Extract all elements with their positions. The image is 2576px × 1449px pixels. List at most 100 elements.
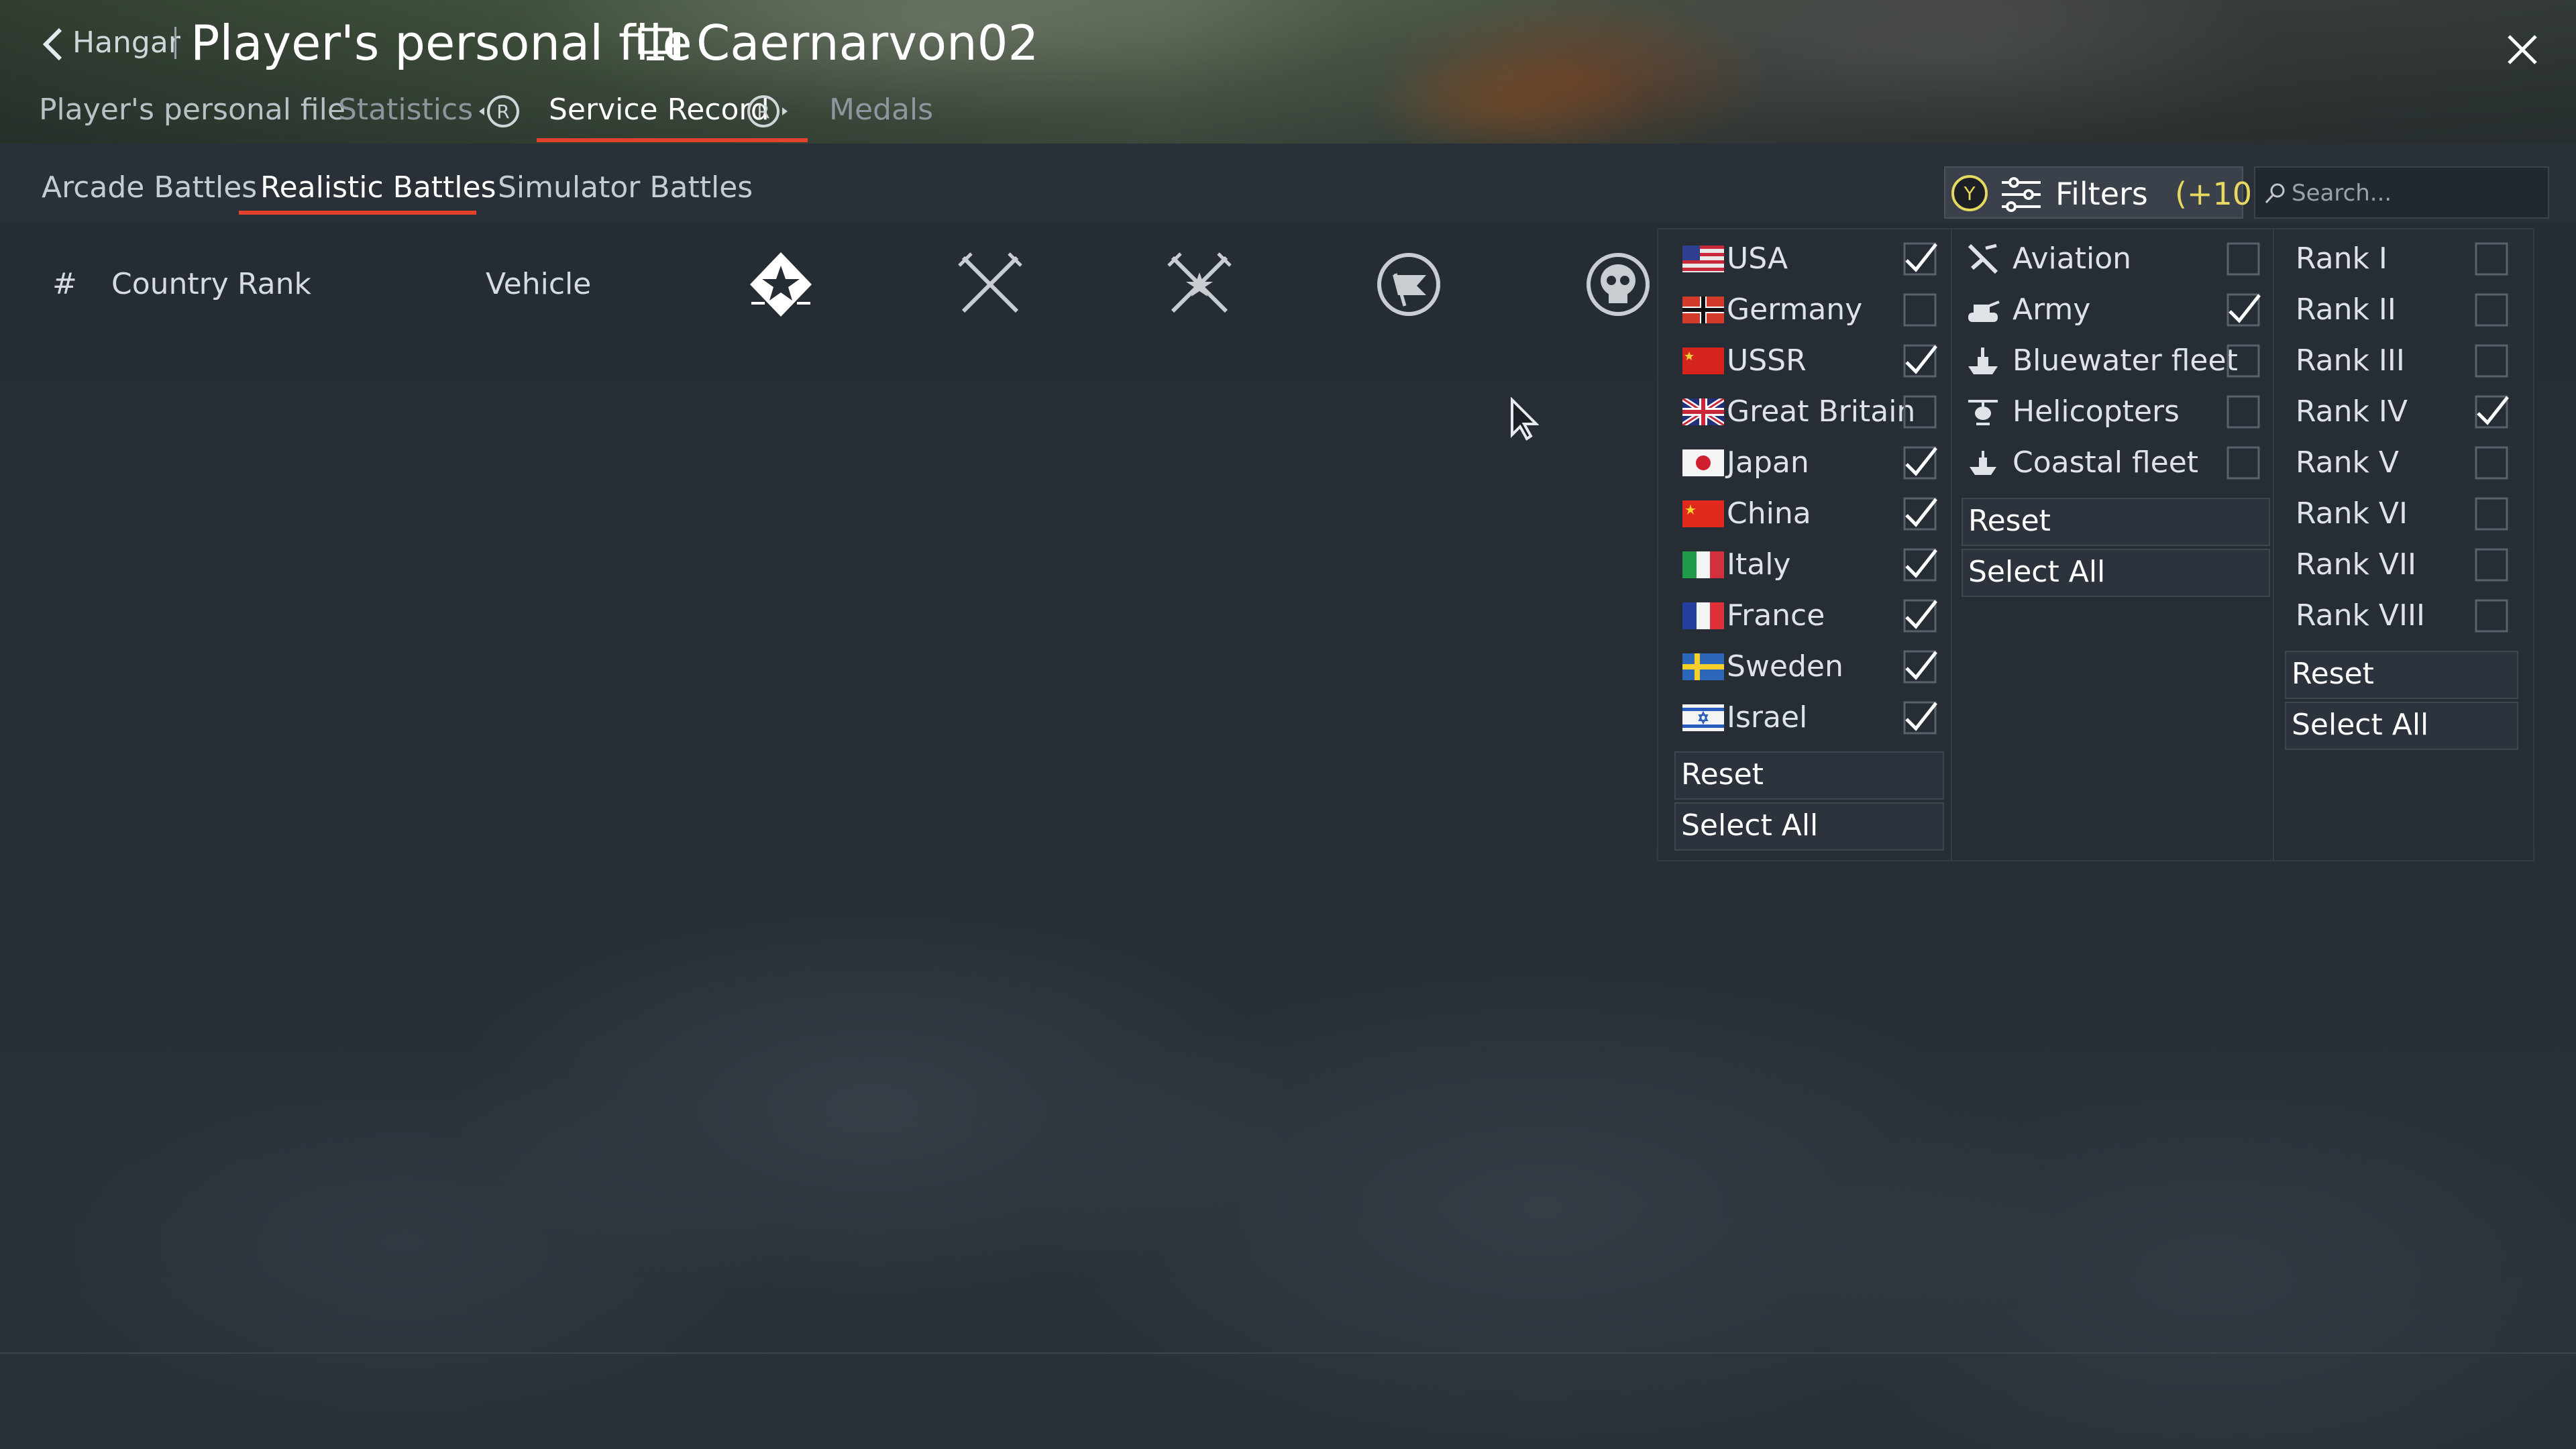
- vehicle-type-filter-row[interactable]: Aviation: [1966, 236, 2267, 283]
- vehicle-type-filter-row[interactable]: Coastal fleet: [1966, 440, 2267, 487]
- rank-select-all-button[interactable]: Select All: [2285, 702, 2518, 750]
- svg-text:Y: Y: [1963, 182, 1976, 205]
- rank-filter-checkbox[interactable]: [2474, 292, 2509, 327]
- filters-button[interactable]: Y Filters (+10): [1944, 166, 2264, 219]
- country-filter-checkbox[interactable]: [1902, 445, 1937, 480]
- country-filter-checkbox[interactable]: [1902, 394, 1937, 429]
- search-input[interactable]: [2290, 176, 2541, 211]
- search-box[interactable]: [2254, 166, 2549, 219]
- search-icon: [2265, 183, 2285, 204]
- vehicle-type-filter-checkbox[interactable]: [2226, 394, 2261, 429]
- helicopter-icon: [1968, 400, 1998, 425]
- rank-filter-label: Rank VII: [2296, 547, 2416, 582]
- star-badge-icon[interactable]: [745, 248, 817, 321]
- column-header-rank[interactable]: Rank: [237, 267, 311, 301]
- vehicle-type-filter-checkbox[interactable]: [2226, 343, 2261, 378]
- country-filter-row[interactable]: Germany: [1677, 287, 1945, 334]
- tab-simulator-battles[interactable]: Simulator Battles: [498, 170, 753, 205]
- next-tab-r-button-icon[interactable]: R: [747, 90, 790, 133]
- subnav-statistics[interactable]: Statistics: [338, 93, 473, 127]
- boat-icon: [1970, 451, 1996, 475]
- china-flag-icon: [1682, 500, 1724, 527]
- back-button[interactable]: Hangar: [72, 25, 180, 60]
- country-filter-checkbox[interactable]: [1902, 598, 1937, 633]
- tab-realistic-battles[interactable]: Realistic Battles: [260, 170, 496, 205]
- country-filter-checkbox[interactable]: [1902, 241, 1937, 276]
- country-filter-row[interactable]: USSR: [1677, 338, 1945, 385]
- filters-count: (+10): [2175, 176, 2264, 212]
- country-filter-checkbox[interactable]: [1902, 292, 1937, 327]
- filter-column-divider: [2273, 228, 2274, 861]
- rank-filter-checkbox[interactable]: [2474, 343, 2509, 378]
- subnav-personal-file[interactable]: Player's personal file: [39, 93, 345, 127]
- skull-icon[interactable]: [1582, 248, 1654, 321]
- country-filter-checkbox[interactable]: [1902, 343, 1937, 378]
- column-header-number[interactable]: #: [52, 267, 77, 301]
- country-filter-checkbox[interactable]: [1902, 496, 1937, 531]
- vehicle-type-filter-label: Coastal fleet: [2012, 445, 2199, 480]
- japan-flag-icon: [1682, 449, 1724, 476]
- country-filter-row[interactable]: Italy: [1677, 542, 1945, 589]
- vehicle-type-filter-checkbox[interactable]: [2226, 292, 2261, 327]
- vehicle-type-filter-checkbox[interactable]: [2226, 445, 2261, 480]
- rank-filter-row[interactable]: Rank VIII: [2288, 593, 2522, 640]
- crossed-swords-icon[interactable]: [954, 248, 1026, 321]
- italy-flag-icon: [1682, 551, 1724, 578]
- great-britain-flag-icon: [1682, 398, 1724, 425]
- y-button-icon: Y: [1951, 175, 1988, 211]
- rank-filter-checkbox[interactable]: [2474, 496, 2509, 531]
- country-filter-row[interactable]: Japan: [1677, 440, 1945, 487]
- back-chevron-icon[interactable]: [40, 27, 64, 62]
- crossed-swords-star-icon[interactable]: [1163, 248, 1236, 321]
- country-filter-row[interactable]: France: [1677, 593, 1945, 640]
- country-filter-row[interactable]: Israel: [1677, 695, 1945, 742]
- rank-filter-label: Rank V: [2296, 445, 2400, 480]
- subnav-service-record[interactable]: Service Record: [549, 93, 769, 127]
- rank-filter-label: Rank VI: [2296, 496, 2408, 531]
- rank-filter-checkbox[interactable]: [2474, 445, 2509, 480]
- column-header-vehicle[interactable]: Vehicle: [486, 267, 591, 301]
- close-icon[interactable]: [2506, 34, 2538, 66]
- rank-filter-checkbox[interactable]: [2474, 241, 2509, 276]
- rank-filter-row[interactable]: Rank VII: [2288, 542, 2522, 589]
- rank-filter-row[interactable]: Rank III: [2288, 338, 2522, 385]
- tab-active-indicator: [239, 211, 476, 215]
- rank-filter-row[interactable]: Rank IV: [2288, 389, 2522, 436]
- country-reset-button[interactable]: Reset: [1674, 751, 1944, 800]
- rank-filter-checkbox[interactable]: [2474, 394, 2509, 429]
- rank-filter-row[interactable]: Rank V: [2288, 440, 2522, 487]
- rank-filter-row[interactable]: Rank VI: [2288, 491, 2522, 538]
- prev-tab-r-button-icon[interactable]: R: [476, 90, 519, 133]
- vehicle-type-filter-checkbox[interactable]: [2226, 241, 2261, 276]
- country-select-all-button[interactable]: Select All: [1674, 802, 1944, 851]
- subnav-medals[interactable]: Medals: [829, 93, 933, 127]
- rank-reset-button[interactable]: Reset: [2285, 651, 2518, 699]
- tab-arcade-battles[interactable]: Arcade Battles: [42, 170, 257, 205]
- country-filter-row[interactable]: Sweden: [1677, 644, 1945, 691]
- type-select-all-button[interactable]: Select All: [1962, 549, 2270, 597]
- ship-icon: [1968, 347, 1998, 374]
- rank-filter-checkbox[interactable]: [2474, 547, 2509, 582]
- column-header-country[interactable]: Country: [111, 267, 229, 301]
- filters-label: Filters: [2055, 176, 2148, 212]
- ussr-flag-icon: [1682, 347, 1724, 374]
- country-filter-row[interactable]: Great Britain: [1677, 389, 1945, 436]
- country-filter-checkbox[interactable]: [1902, 547, 1937, 582]
- aircraft-icon: [1968, 244, 1998, 274]
- flag-capture-icon[interactable]: [1373, 248, 1445, 321]
- country-filter-checkbox[interactable]: [1902, 700, 1937, 735]
- country-filter-checkbox[interactable]: [1902, 649, 1937, 684]
- rank-filter-row[interactable]: Rank I: [2288, 236, 2522, 283]
- country-filter-row[interactable]: USA: [1677, 236, 1945, 283]
- country-filter-row[interactable]: China: [1677, 491, 1945, 538]
- sliders-icon: [2002, 177, 2041, 212]
- vehicle-type-filter-row[interactable]: Army: [1966, 287, 2267, 334]
- country-filter-label: Japan: [1727, 445, 1809, 480]
- type-reset-button[interactable]: Reset: [1962, 498, 2270, 546]
- rank-filter-row[interactable]: Rank II: [2288, 287, 2522, 334]
- rank-filter-checkbox[interactable]: [2474, 598, 2509, 633]
- vehicle-type-filter-row[interactable]: Bluewater fleet: [1966, 338, 2267, 385]
- vehicle-type-filter-row[interactable]: Helicopters: [1966, 389, 2267, 436]
- subnav-active-indicator: [537, 138, 808, 142]
- rank-filter-label: Rank III: [2296, 343, 2405, 378]
